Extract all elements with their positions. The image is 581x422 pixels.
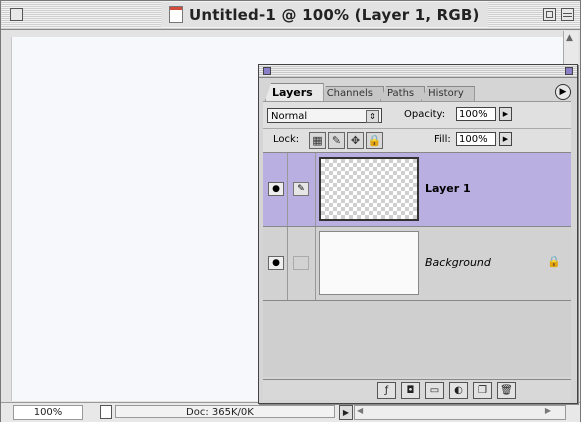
visibility-cell[interactable]: ●	[263, 153, 288, 226]
zoom-box-icon[interactable]	[543, 8, 556, 21]
padlock-icon: 🔒	[547, 255, 561, 268]
palette-bottom-bar: ƒ ◘ ▭ ◐ ❐ 🗑	[263, 379, 571, 400]
new-layer-icon[interactable]: ❐	[473, 382, 492, 399]
fill-slider-arrow-icon[interactable]: ▶	[499, 132, 512, 146]
zoom-level-field[interactable]: 100%	[13, 405, 83, 420]
scroll-left-arrow-icon[interactable]: ◀	[357, 406, 363, 415]
layer-row-background[interactable]: ● Background 🔒	[263, 227, 571, 301]
lock-all-padlock-icon[interactable]: 🔒	[366, 132, 383, 149]
palette-tabs: Layers Channels Paths History	[265, 83, 475, 101]
layers-list: ● ✎ Layer 1 ● Background 🔒	[263, 152, 571, 377]
lock-row: Lock: ▦ ✎ ✥ 🔒 Fill: 100% ▶	[263, 128, 571, 151]
blend-mode-value: Normal	[271, 111, 308, 122]
palette-zoom-icon[interactable]	[565, 67, 573, 75]
fill-field[interactable]: 100%	[456, 132, 496, 146]
layer-thumbnail-white[interactable]	[319, 231, 419, 295]
title-wrap: Untitled-1 @ 100% (Layer 1, RGB)	[161, 2, 488, 27]
doc-size-info: Doc: 365K/0K	[115, 405, 335, 418]
blend-mode-arrow-icon[interactable]: ⇕	[366, 110, 379, 123]
tab-history[interactable]: History	[421, 86, 475, 101]
document-icon	[169, 6, 183, 23]
tab-channels[interactable]: Channels	[319, 86, 384, 101]
layer-name[interactable]: Background	[425, 256, 491, 269]
tab-layers[interactable]: Layers	[265, 83, 324, 101]
layer-style-icon[interactable]: ƒ	[377, 382, 396, 399]
empty-link-box-icon[interactable]	[293, 256, 309, 270]
lock-label: Lock:	[273, 134, 300, 145]
edit-link-cell[interactable]	[288, 227, 316, 300]
page-preview-icon[interactable]	[100, 405, 112, 419]
layer-row-layer-1[interactable]: ● ✎ Layer 1	[263, 153, 571, 227]
horizontal-scrollbar[interactable]: ◀ ▶	[354, 405, 566, 420]
palette-close-icon[interactable]	[263, 67, 271, 75]
fill-label: Fill:	[434, 134, 451, 145]
edit-link-cell[interactable]: ✎	[288, 153, 316, 226]
adjustment-layer-icon[interactable]: ◐	[449, 382, 468, 399]
trash-icon[interactable]: 🗑	[497, 382, 516, 399]
eye-icon[interactable]: ●	[268, 256, 284, 270]
opacity-slider-arrow-icon[interactable]: ▶	[499, 107, 512, 121]
status-menu-arrow-icon[interactable]: ▶	[339, 405, 353, 420]
lock-position-move-icon[interactable]: ✥	[347, 132, 364, 149]
window-title: Untitled-1 @ 100% (Layer 1, RGB)	[189, 5, 480, 24]
layer-name[interactable]: Layer 1	[425, 182, 471, 195]
collapse-box-icon[interactable]	[561, 8, 574, 21]
scroll-right-arrow-icon[interactable]: ▶	[545, 406, 551, 415]
opacity-field[interactable]: 100%	[456, 107, 496, 121]
opacity-label: Opacity:	[404, 109, 446, 120]
close-box-icon[interactable]	[10, 8, 23, 21]
palette-menu-icon[interactable]: ▶	[555, 84, 571, 100]
add-mask-icon[interactable]: ◘	[401, 382, 420, 399]
layers-palette: Layers Channels Paths History ▶ Normal ⇕…	[258, 64, 578, 404]
layer-thumbnail-transparent[interactable]	[319, 157, 419, 221]
title-bar[interactable]: Untitled-1 @ 100% (Layer 1, RGB)	[1, 1, 580, 30]
eye-icon[interactable]: ●	[268, 182, 284, 196]
visibility-cell[interactable]: ●	[263, 227, 288, 300]
lock-image-brush-icon[interactable]: ✎	[328, 132, 345, 149]
palette-body: Normal ⇕ Opacity: 100% ▶ Lock: ▦ ✎ ✥ 🔒 F…	[263, 101, 571, 377]
tab-paths[interactable]: Paths	[379, 86, 426, 101]
new-set-folder-icon[interactable]: ▭	[425, 382, 444, 399]
paintbrush-icon[interactable]: ✎	[293, 182, 309, 196]
lock-transparency-icon[interactable]: ▦	[309, 132, 326, 149]
scroll-up-arrow-icon[interactable]: ▲	[566, 33, 573, 43]
palette-title-bar[interactable]	[259, 65, 577, 78]
status-bar: 100% Doc: 365K/0K ▶ ◀ ▶	[1, 402, 580, 422]
blend-mode-select[interactable]: Normal ⇕	[267, 108, 382, 123]
